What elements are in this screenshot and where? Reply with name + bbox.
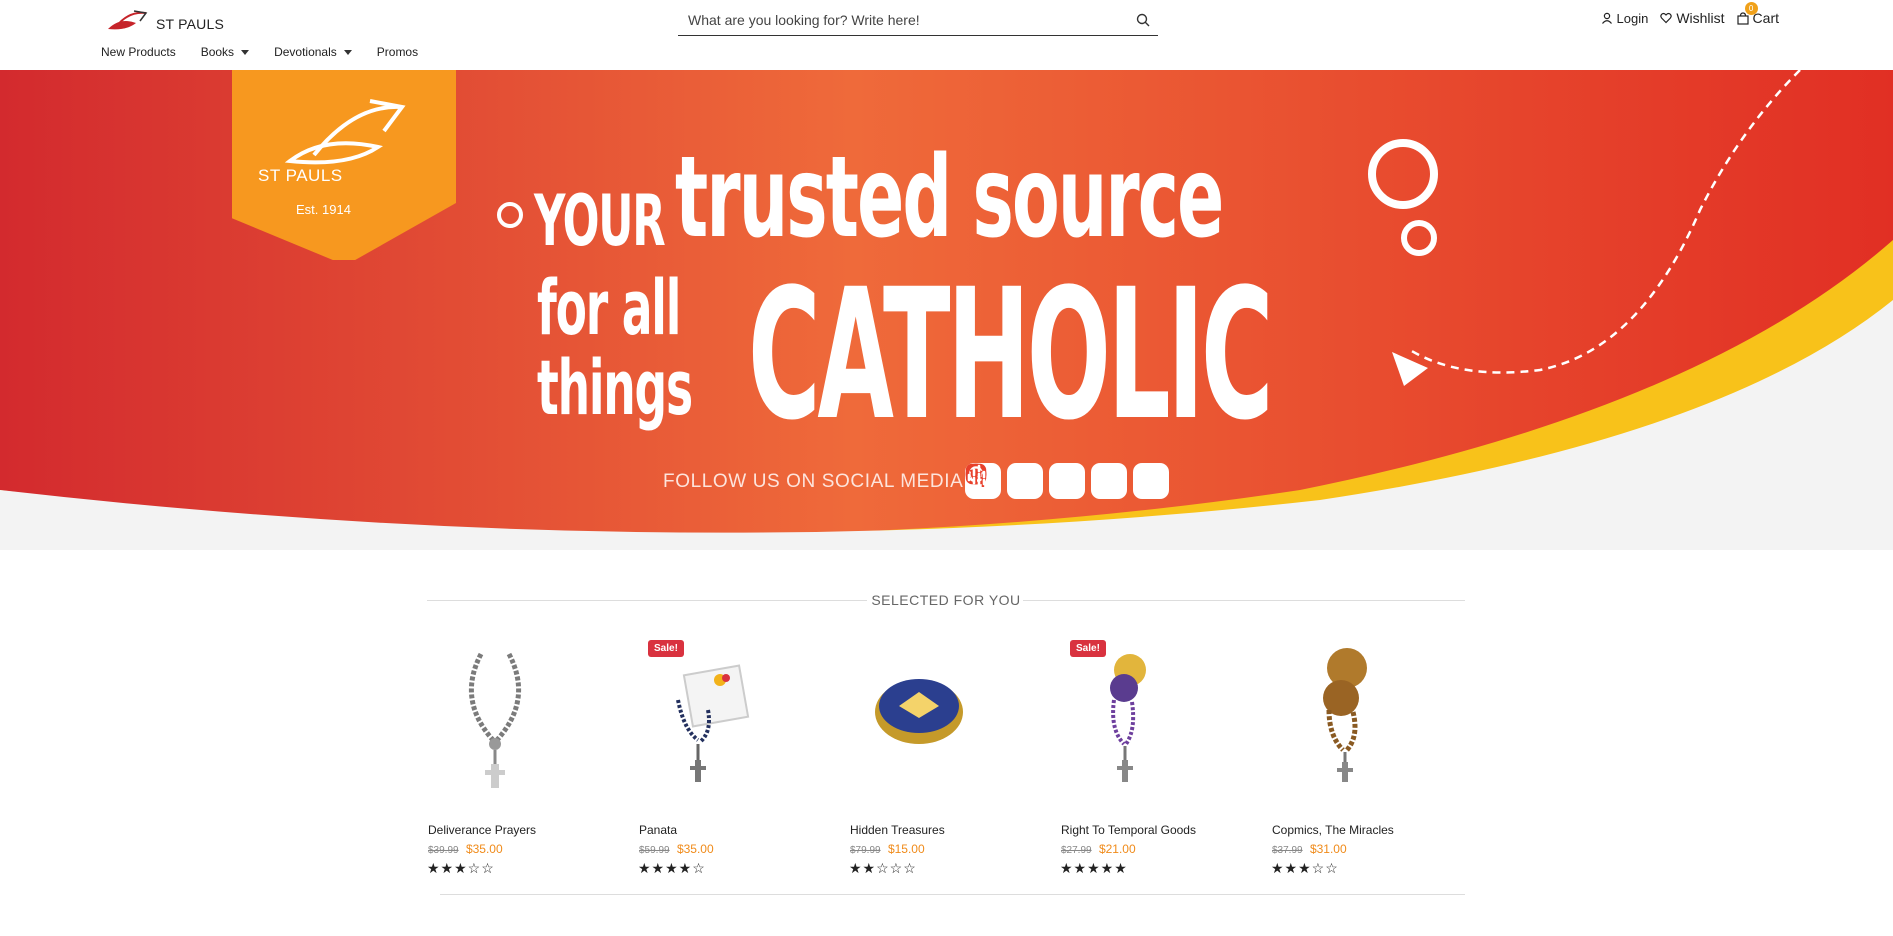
product-rating: ★★★★☆ <box>638 860 706 876</box>
section-title: SELECTED FOR YOU <box>871 592 1021 608</box>
search-input[interactable] <box>678 4 1118 35</box>
product-name[interactable]: Deliverance Prayers <box>428 823 536 837</box>
search-icon[interactable] <box>1136 13 1150 27</box>
product-sale-price: $35.00 <box>676 842 714 856</box>
product-sale-price: $35.00 <box>465 842 503 856</box>
audio-wave-icon[interactable] <box>967 463 1211 499</box>
product-price: $27.99 $21.00 <box>1061 842 1136 856</box>
divider <box>440 894 1465 895</box>
product-old-price: $37.99 <box>1272 845 1303 856</box>
pyx-product-image[interactable] <box>859 640 1039 800</box>
product-price: $37.99 $31.00 <box>1272 842 1347 856</box>
product-old-price: $39.99 <box>428 845 459 856</box>
cart-count-badge: 0 <box>1744 2 1758 15</box>
product-rating: ★★★☆☆ <box>427 860 495 876</box>
product-card[interactable]: Deliverance Prayers $39.99 $35.00 ★★★☆☆ <box>427 640 627 880</box>
section-heading: SELECTED FOR YOU <box>427 590 1465 610</box>
logo-text: ST PAULS <box>156 16 224 32</box>
caret-down-icon <box>241 49 250 55</box>
nav-item-label: Promos <box>376 45 419 59</box>
main-nav: New Products Books Devotionals Promos <box>101 45 418 59</box>
product-name[interactable]: Hidden Treasures <box>850 823 945 837</box>
badge-brand-text: ST PAULS <box>258 166 343 185</box>
product-price: $39.99 $35.00 <box>428 842 503 856</box>
follow-us-text: FOLLOW US ON SOCIAL MEDIA <box>663 471 964 492</box>
login-link[interactable]: Login <box>1601 10 1649 26</box>
product-rating: ★★★★★ <box>1060 860 1128 876</box>
cart-link[interactable]: 0 Cart <box>1736 2 1779 26</box>
st-pauls-emblem-icon <box>284 99 406 165</box>
nav-item-books[interactable]: Books <box>200 45 250 59</box>
headline-for-all: for all <box>537 263 681 352</box>
product-card[interactable]: Hidden Treasures $79.99 $15.00 ★★☆☆☆ <box>849 640 1049 880</box>
product-rating: ★★★☆☆ <box>1271 860 1339 876</box>
product-sale-price: $21.00 <box>1098 842 1136 856</box>
headline-your: YOUR <box>534 180 666 262</box>
product-name[interactable]: Copmics, The Miracles <box>1272 823 1394 837</box>
badge-est-text: Est. 1914 <box>296 202 351 217</box>
heart-icon <box>1660 12 1673 24</box>
product-old-price: $79.99 <box>850 845 881 856</box>
site-header: ST PAULS Login Wishlist 0 <box>0 0 1893 70</box>
product-rating: ★★☆☆☆ <box>849 860 917 876</box>
product-name[interactable]: Panata <box>639 823 677 837</box>
nav-item-label: Books <box>200 45 235 59</box>
wishlist-label: Wishlist <box>1676 10 1725 26</box>
site-logo[interactable]: ST PAULS <box>106 6 224 36</box>
olivewood-rosary-product-image[interactable] <box>1281 640 1461 800</box>
social-links: f <box>965 463 1211 499</box>
nav-item-promos[interactable]: Promos <box>377 45 418 59</box>
product-sale-price: $31.00 <box>1309 842 1347 856</box>
product-card[interactable]: Sale! Right To Temporal Goods $27.99 $21… <box>1060 640 1260 880</box>
account-links: Login Wishlist 0 Cart <box>1601 2 1779 26</box>
spotify-icon[interactable] <box>965 463 1085 499</box>
rosary-product-image[interactable] <box>437 640 617 800</box>
user-icon <box>1601 12 1612 24</box>
nav-item-new-products[interactable]: New Products <box>101 45 176 59</box>
product-card[interactable]: Sale! Panata $59.99 $35.00 ★★★★☆ <box>638 640 838 880</box>
product-name[interactable]: Right To Temporal Goods <box>1061 823 1196 837</box>
locket-rosary-product-image[interactable] <box>1070 640 1250 800</box>
login-label: Login <box>1616 10 1649 26</box>
headline-catholic: CATHOLIC <box>748 251 1274 460</box>
nav-item-label: Devotionals <box>274 45 337 59</box>
youtube-icon[interactable] <box>973 463 1127 499</box>
podcast-icon[interactable] <box>967 463 1169 499</box>
rosary-box-product-image[interactable] <box>648 640 828 800</box>
product-card[interactable]: Copmics, The Miracles $37.99 $31.00 ★★★☆… <box>1271 640 1471 880</box>
headline-things: things <box>537 343 693 432</box>
headline-trusted-source: trusted source <box>675 133 1224 263</box>
product-old-price: $27.99 <box>1061 845 1092 856</box>
caret-down-icon <box>343 49 352 55</box>
product-grid: Deliverance Prayers $39.99 $35.00 ★★★☆☆ … <box>427 640 1467 880</box>
st-pauls-logo-icon <box>108 10 148 30</box>
wishlist-link[interactable]: Wishlist <box>1660 10 1725 26</box>
product-old-price: $59.99 <box>639 845 670 856</box>
product-sale-price: $15.00 <box>887 842 925 856</box>
instagram-icon[interactable] <box>965 463 1043 499</box>
product-price: $79.99 $15.00 <box>850 842 925 856</box>
nav-item-devotionals[interactable]: Devotionals <box>274 45 352 59</box>
nav-item-label: New Products <box>101 45 176 59</box>
product-price: $59.99 $35.00 <box>639 842 714 856</box>
search-bar <box>678 4 1158 36</box>
hero-banner[interactable]: ST PAULS Est. 1914 YOUR trusted source f… <box>0 70 1893 550</box>
